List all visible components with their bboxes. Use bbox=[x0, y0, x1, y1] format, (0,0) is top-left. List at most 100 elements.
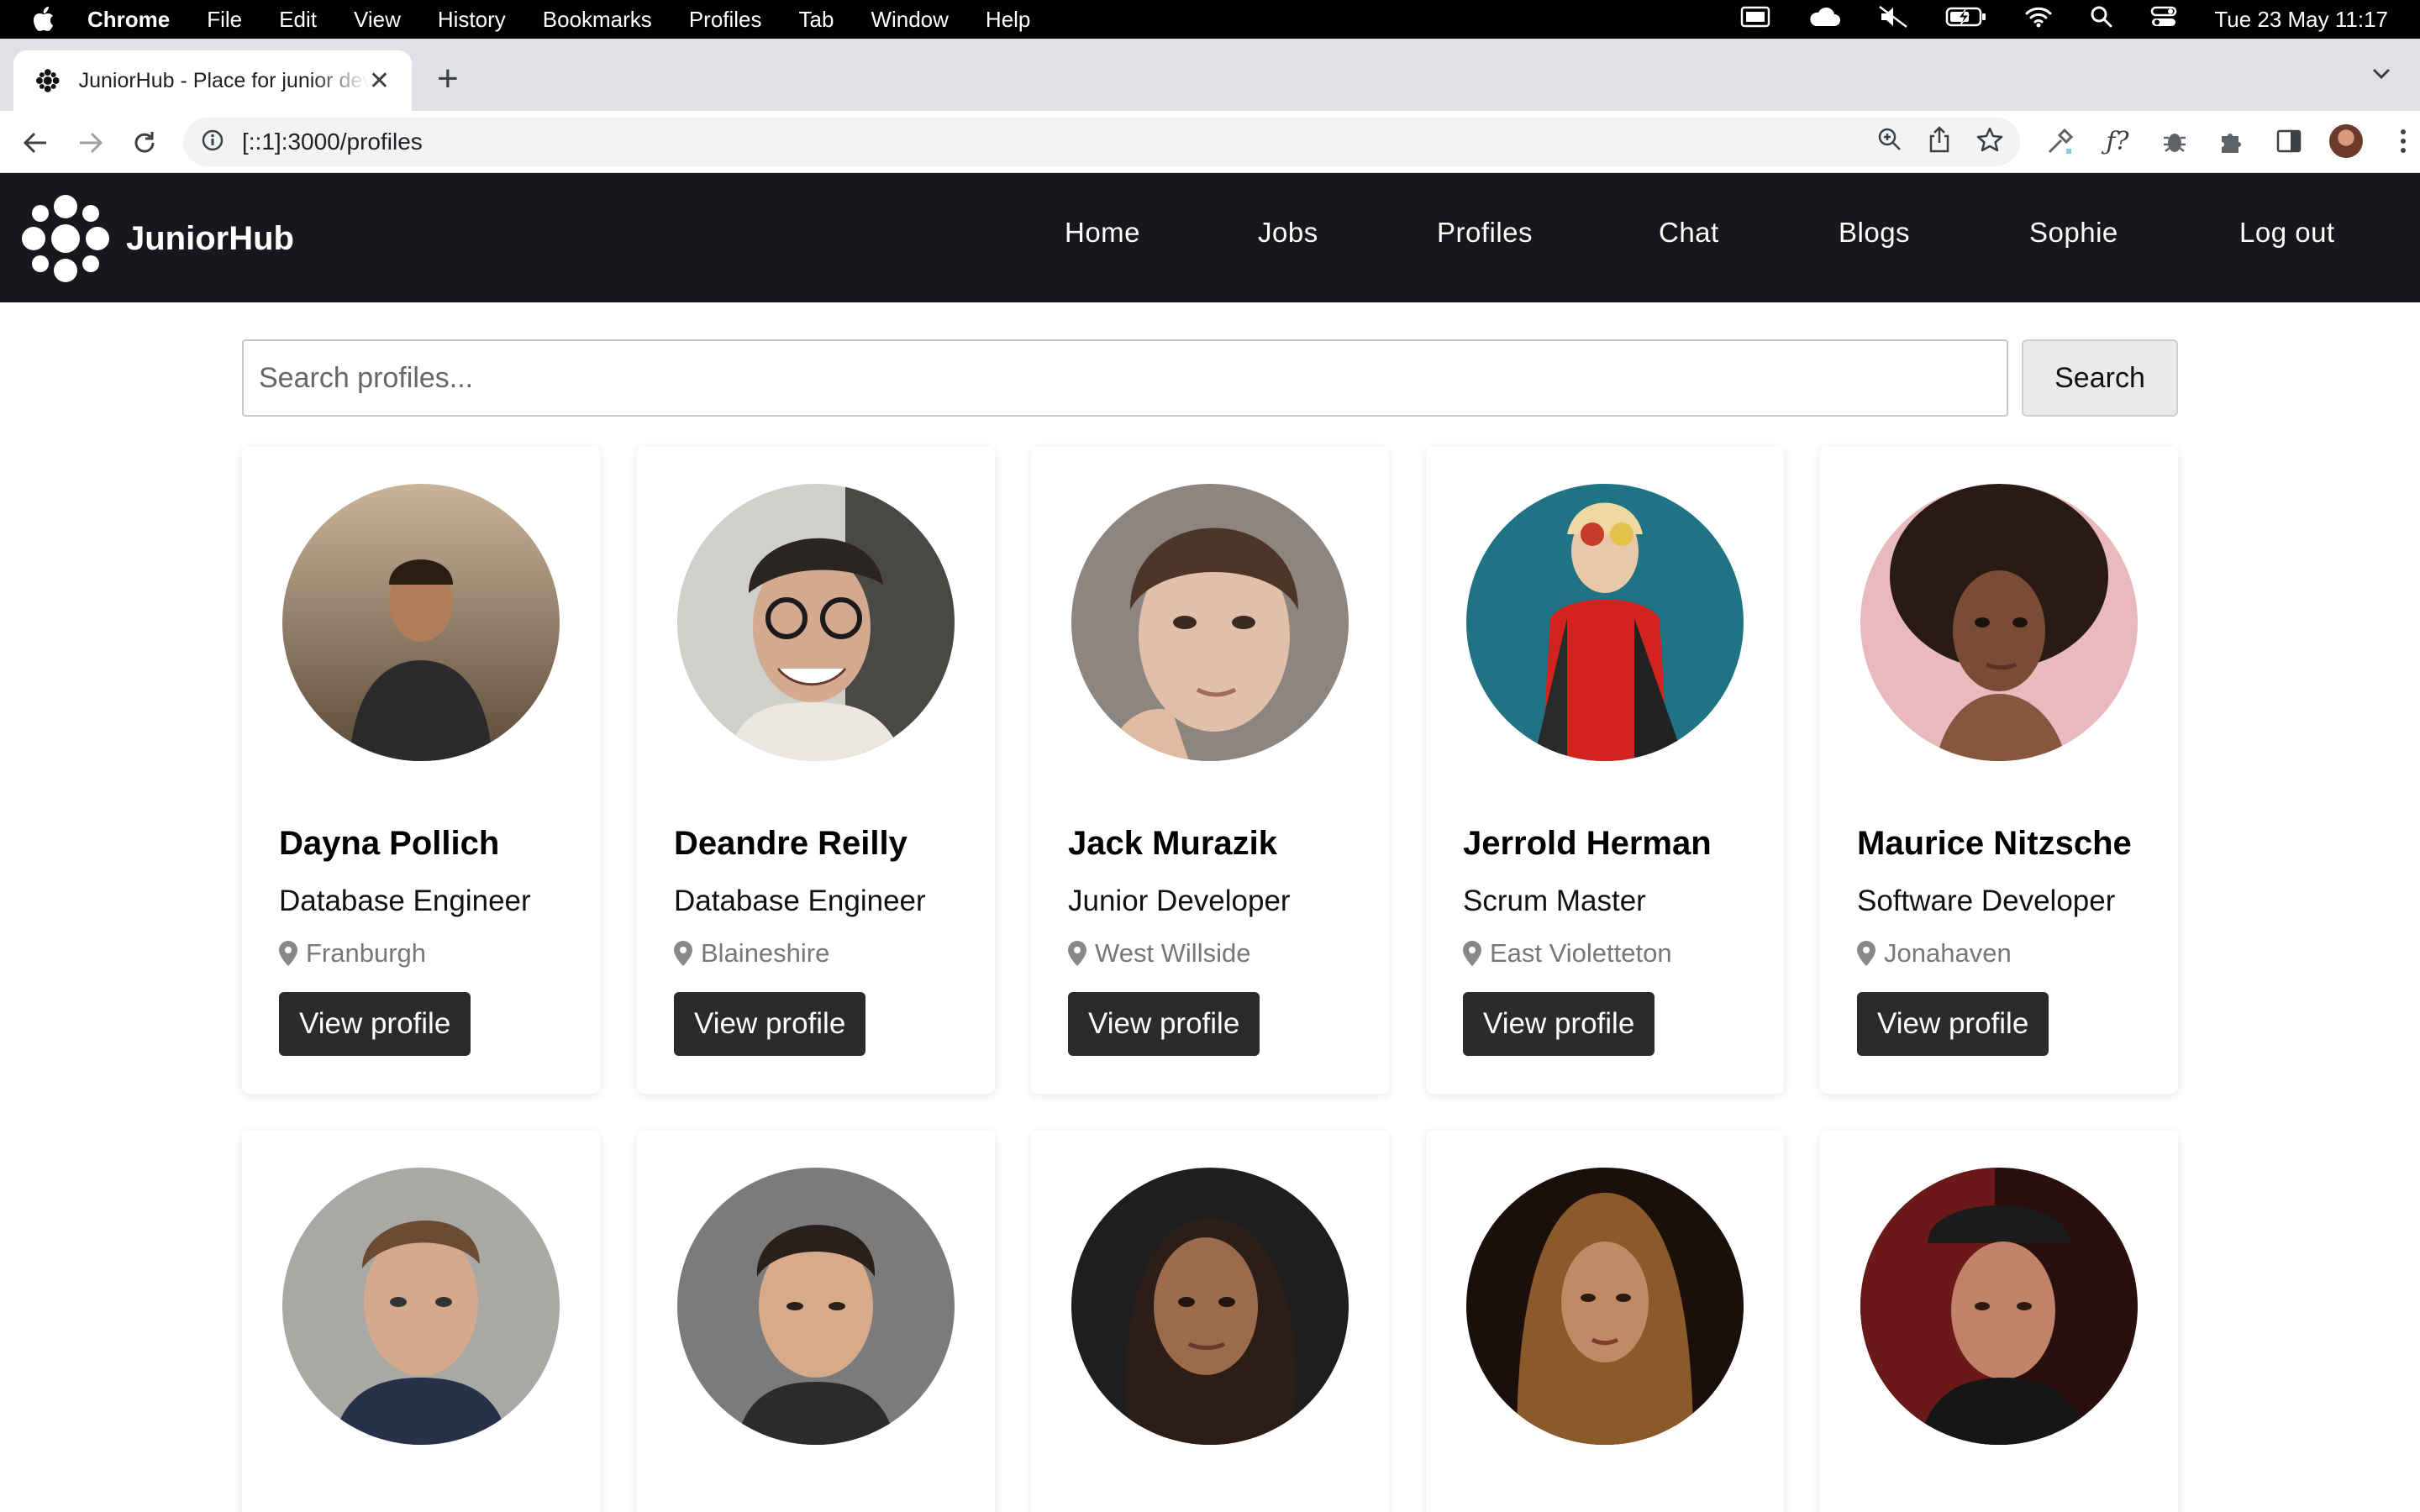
view-profile-button[interactable]: View profile bbox=[279, 992, 471, 1056]
profile-card: Deandre Reilly Database Engineer Blaines… bbox=[637, 447, 995, 1094]
juniorhub-favicon-icon bbox=[35, 69, 60, 92]
profile-card: Jack Murazik Junior Developer West Wills… bbox=[1031, 447, 1389, 1094]
profile-location: West Willside bbox=[1068, 938, 1352, 969]
eyedropper-icon[interactable] bbox=[2044, 124, 2077, 158]
location-pin-icon bbox=[279, 941, 297, 966]
profile-card: Maurice Nitzsche Software Developer Jona… bbox=[1820, 447, 2178, 1094]
profile-location: East Violetteton bbox=[1463, 938, 1747, 969]
menu-profiles[interactable]: Profiles bbox=[689, 7, 762, 33]
profile-photo bbox=[1860, 484, 2138, 761]
profile-location: Franburgh bbox=[279, 938, 563, 969]
url-text[interactable]: [::1]:3000/profiles bbox=[242, 129, 423, 155]
brand-logo-link[interactable]: JuniorHub bbox=[18, 192, 294, 286]
display-icon[interactable] bbox=[1740, 6, 1770, 34]
menu-tab[interactable]: Tab bbox=[799, 7, 834, 33]
profile-card bbox=[1426, 1131, 1784, 1512]
search-input[interactable] bbox=[242, 339, 2008, 417]
reload-icon[interactable] bbox=[128, 126, 161, 160]
profile-name: Deandre Reilly bbox=[674, 825, 908, 862]
menu-help[interactable]: Help bbox=[986, 7, 1030, 33]
wifi-icon[interactable] bbox=[2024, 6, 2053, 34]
profile-location-text: East Violetteton bbox=[1490, 938, 1672, 968]
nav-jobs[interactable]: Jobs bbox=[1258, 217, 1318, 249]
nav-blogs[interactable]: Blogs bbox=[1839, 217, 1910, 249]
profile-role: Database Engineer bbox=[674, 885, 926, 917]
search-icon[interactable] bbox=[2090, 5, 2113, 34]
browser-tab-active[interactable]: JuniorHub - Place for junior developers … bbox=[13, 50, 412, 111]
profile-role: Database Engineer bbox=[279, 885, 531, 917]
profile-photo bbox=[1466, 484, 1744, 761]
profile-name: Jerrold Herman bbox=[1463, 825, 1712, 862]
search-button[interactable]: Search bbox=[2022, 339, 2178, 417]
profile-role: Software Developer bbox=[1857, 885, 2116, 917]
site-navbar: JuniorHub Home Jobs Profiles Chat Blogs … bbox=[0, 173, 2420, 302]
cloud-icon[interactable] bbox=[1807, 6, 1841, 34]
menu-view[interactable]: View bbox=[354, 7, 401, 33]
profile-search-form: Search bbox=[242, 339, 2178, 417]
bookmark-star-icon[interactable] bbox=[1976, 127, 2003, 156]
share-icon[interactable] bbox=[1928, 126, 1951, 157]
battery-icon[interactable] bbox=[1945, 6, 1987, 34]
profile-card: Jerrold Herman Scrum Master East Violett… bbox=[1426, 447, 1784, 1094]
profile-photo bbox=[282, 484, 560, 761]
profile-card bbox=[1031, 1131, 1389, 1512]
nav-chat[interactable]: Chat bbox=[1659, 217, 1719, 249]
address-bar[interactable]: [::1]:3000/profiles bbox=[183, 118, 2020, 166]
profile-photo bbox=[1071, 1168, 1349, 1445]
tab-search-chevron-icon[interactable] bbox=[2371, 67, 2391, 85]
view-profile-button[interactable]: View profile bbox=[1857, 992, 2049, 1056]
profile-photo bbox=[282, 1168, 560, 1445]
control-center-icon[interactable] bbox=[2150, 6, 2177, 34]
function-icon[interactable]: ƒ? bbox=[2101, 124, 2134, 158]
profile-photo bbox=[677, 484, 955, 761]
profile-location-text: West Willside bbox=[1095, 938, 1251, 968]
profile-card bbox=[242, 1131, 600, 1512]
bug-icon[interactable] bbox=[2158, 124, 2191, 158]
location-pin-icon bbox=[674, 941, 692, 966]
nav-user-sophie[interactable]: Sophie bbox=[2029, 217, 2118, 249]
profile-photo bbox=[1860, 1168, 2138, 1445]
profile-name: Maurice Nitzsche bbox=[1857, 825, 2132, 862]
nav-logout[interactable]: Log out bbox=[2239, 217, 2335, 249]
location-pin-icon bbox=[1068, 941, 1086, 966]
menu-edit[interactable]: Edit bbox=[279, 7, 317, 33]
sidepanel-icon[interactable] bbox=[2272, 124, 2306, 158]
profile-photo bbox=[677, 1168, 955, 1445]
nav-profiles[interactable]: Profiles bbox=[1437, 217, 1533, 249]
tab-close-icon[interactable]: ✕ bbox=[369, 66, 390, 96]
menu-bookmarks[interactable]: Bookmarks bbox=[543, 7, 652, 33]
view-profile-button[interactable]: View profile bbox=[1068, 992, 1260, 1056]
view-profile-button[interactable]: View profile bbox=[674, 992, 866, 1056]
profile-photo bbox=[1466, 1168, 1744, 1445]
menu-app-name[interactable]: Chrome bbox=[87, 7, 170, 33]
profile-photo bbox=[1071, 484, 1349, 761]
profile-card bbox=[637, 1131, 995, 1512]
profile-card: Dayna Pollich Database Engineer Franburg… bbox=[242, 447, 600, 1094]
brand-name: JuniorHub bbox=[126, 219, 294, 257]
profile-role: Junior Developer bbox=[1068, 885, 1291, 917]
view-profile-button[interactable]: View profile bbox=[1463, 992, 1655, 1056]
menu-history[interactable]: History bbox=[438, 7, 506, 33]
site-info-icon[interactable] bbox=[202, 129, 224, 155]
profile-role: Scrum Master bbox=[1463, 885, 1646, 917]
mute-icon[interactable] bbox=[1878, 5, 1908, 34]
browser-toolbar: [::1]:3000/profiles ƒ? bbox=[0, 111, 2420, 173]
profile-avatar[interactable] bbox=[2329, 124, 2363, 158]
profile-card bbox=[1820, 1131, 2178, 1512]
menu-window[interactable]: Window bbox=[871, 7, 948, 33]
profile-name: Jack Murazik bbox=[1068, 825, 1278, 862]
menu-file[interactable]: File bbox=[207, 7, 242, 33]
forward-arrow-icon[interactable] bbox=[74, 126, 108, 160]
profile-location: Blaineshire bbox=[674, 938, 958, 969]
puzzle-icon[interactable] bbox=[2215, 124, 2249, 158]
profile-name: Dayna Pollich bbox=[279, 825, 500, 862]
new-tab-icon[interactable]: + bbox=[437, 60, 459, 97]
apple-menu-icon[interactable] bbox=[0, 7, 87, 32]
profile-location: Jonahaven bbox=[1857, 938, 2141, 969]
nav-home[interactable]: Home bbox=[1065, 217, 1140, 249]
menubar-clock[interactable]: Tue 23 May 11:17 bbox=[2214, 7, 2388, 33]
zoom-icon[interactable] bbox=[1877, 127, 1902, 156]
kebab-menu-icon[interactable] bbox=[2386, 124, 2420, 158]
back-arrow-icon[interactable] bbox=[18, 126, 52, 160]
location-pin-icon bbox=[1857, 941, 1876, 966]
